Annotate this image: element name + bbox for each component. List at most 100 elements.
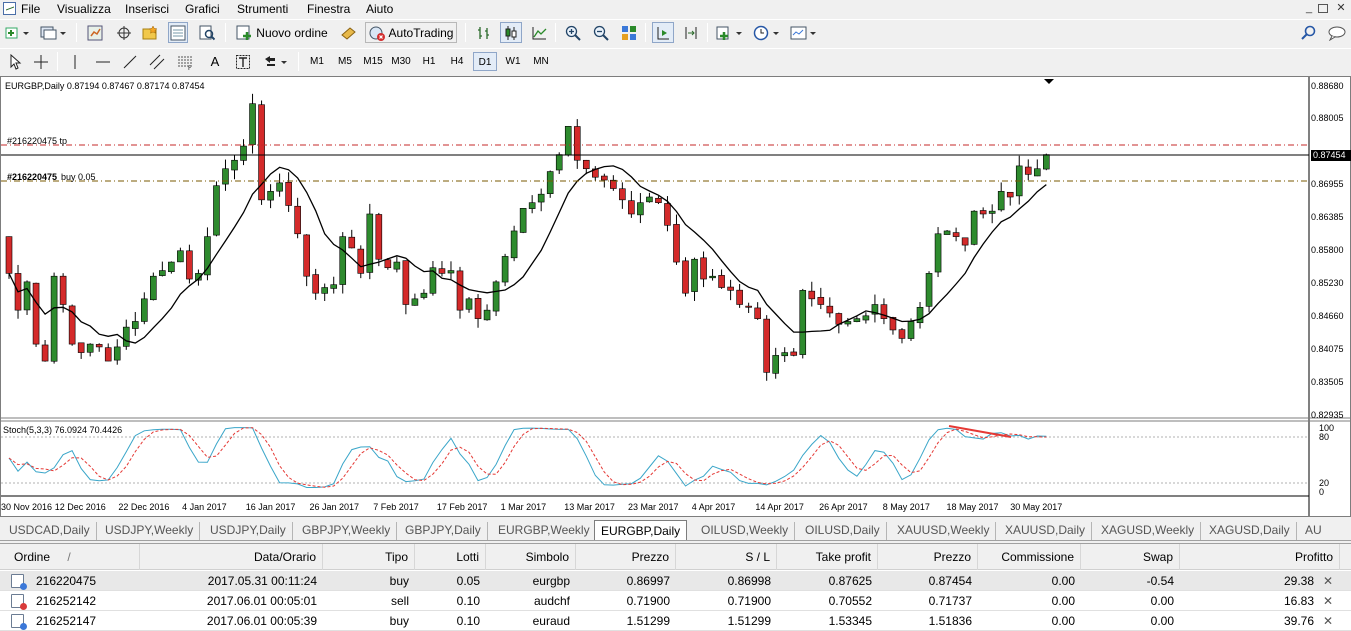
timeframe-m15[interactable]: M15 <box>361 52 385 71</box>
candlestick-button[interactable] <box>500 22 522 43</box>
cell-time: 2017.06.01 00:05:39 <box>206 614 317 628</box>
tab-xagusd-daily[interactable]: XAGUSD,Daily <box>1203 522 1297 540</box>
chat-button[interactable] <box>1326 22 1348 43</box>
close-order-icon[interactable]: ✕ <box>1321 591 1335 611</box>
templates-button[interactable] <box>788 22 820 43</box>
col-swap[interactable]: Swap <box>1081 544 1180 570</box>
chart-canvas[interactable] <box>1 77 1350 516</box>
col-tp[interactable]: Take profit <box>777 544 878 570</box>
new-chart-button[interactable] <box>3 22 33 43</box>
navigator-button[interactable] <box>140 22 160 43</box>
close-order-icon[interactable]: ✕ <box>1321 611 1335 631</box>
menu-help[interactable]: Aiuto <box>366 2 393 16</box>
periods-button[interactable] <box>751 22 783 43</box>
menu-charts[interactable]: Grafici <box>185 2 220 16</box>
equidistant-channel-button[interactable] <box>147 51 167 72</box>
close-order-icon[interactable]: ✕ <box>1321 571 1335 591</box>
new-order-button[interactable]: Nuovo ordine <box>234 22 330 43</box>
tab-eurgbp-daily[interactable]: EURGBP,Daily <box>594 520 688 540</box>
horizontal-line-button[interactable] <box>93 51 113 72</box>
candle-body <box>781 352 789 357</box>
timeframe-d1[interactable]: D1 <box>473 52 497 71</box>
auto-scroll-button[interactable] <box>652 22 674 43</box>
text-tool-button[interactable]: A <box>205 51 225 72</box>
timeframe-m5[interactable]: M5 <box>333 52 357 71</box>
col-commission[interactable]: Commissione <box>978 544 1081 570</box>
arrows-button[interactable] <box>261 51 291 72</box>
col-type[interactable]: Tipo <box>323 544 415 570</box>
candle-body <box>943 230 951 235</box>
tab-xagusd-weekly[interactable]: XAGUSD,Weekly <box>1095 522 1202 540</box>
chart-window[interactable]: EURGBP,Daily 0.87194 0.87467 0.87174 0.8… <box>0 76 1351 517</box>
date-tick: 26 Apr 2017 <box>819 502 868 512</box>
col-price[interactable]: Prezzo <box>576 544 676 570</box>
col-current-price[interactable]: Prezzo <box>878 544 978 570</box>
strategy-tester-button[interactable] <box>197 22 217 43</box>
terminal-button[interactable] <box>168 22 188 43</box>
bar-chart-button[interactable] <box>473 22 495 43</box>
zoom-in-button[interactable] <box>562 22 584 43</box>
minimize-icon[interactable]: _ <box>1302 2 1316 15</box>
tab-oilusd-daily[interactable]: OILUSD,Daily <box>799 522 887 540</box>
menu-insert[interactable]: Inserisci <box>125 2 169 16</box>
text-label-button[interactable] <box>233 51 253 72</box>
menu-window[interactable]: Finestra <box>307 2 350 16</box>
timeframe-h4[interactable]: H4 <box>445 52 469 71</box>
market-watch-icon <box>87 25 103 40</box>
crosshair-button[interactable] <box>31 51 51 72</box>
timeframe-w1[interactable]: W1 <box>501 52 525 71</box>
market-watch-button[interactable] <box>85 22 105 43</box>
tab-overflow[interactable]: AU <box>1299 522 1328 540</box>
order-row[interactable]: 216252142 2017.06.01 00:05:01 sell 0.10 audc… <box>0 591 1351 611</box>
restore-icon[interactable] <box>1318 4 1328 13</box>
zoom-out-button[interactable] <box>590 22 612 43</box>
chart-shift-button[interactable] <box>680 22 702 43</box>
vertical-line-button[interactable] <box>65 51 85 72</box>
tab-xauusd-daily[interactable]: XAUUSD,Daily <box>999 522 1093 540</box>
cursor-button[interactable] <box>5 51 25 72</box>
candle-body <box>555 154 563 171</box>
timeframe-mn[interactable]: MN <box>529 52 553 71</box>
candle-body <box>979 210 987 215</box>
candle-body <box>330 284 338 289</box>
magnifier-doc-icon <box>199 25 215 40</box>
order-row[interactable]: 216220475 2017.05.31 00:11:24 buy 0.05 eurgb… <box>0 571 1351 591</box>
trendline-button[interactable] <box>120 51 140 72</box>
profiles-button[interactable] <box>38 22 70 43</box>
data-window-button[interactable] <box>114 22 134 43</box>
col-symbol[interactable]: Simbolo <box>486 544 576 570</box>
tab-xauusd-weekly[interactable]: XAUUSD,Weekly <box>891 522 997 540</box>
timeframe-m30[interactable]: M30 <box>389 52 413 71</box>
tab-usdjpy-daily[interactable]: USDJPY,Daily <box>204 522 293 540</box>
timeframe-m1[interactable]: M1 <box>305 52 329 71</box>
col-sl[interactable]: S / L <box>676 544 777 570</box>
folder-star-icon <box>142 24 158 39</box>
metaeditor-button[interactable] <box>338 22 358 43</box>
line-chart-button[interactable] <box>528 22 550 43</box>
chart-window-icon[interactable] <box>3 2 16 15</box>
tab-gbpjpy-weekly[interactable]: GBPJPY,Weekly <box>296 522 398 540</box>
tab-usdjpy-weekly[interactable]: USDJPY,Weekly <box>99 522 201 540</box>
tab-gbpjpy-daily[interactable]: GBPJPY,Daily <box>399 522 488 540</box>
tab-oilusd-weekly[interactable]: OILUSD,Weekly <box>695 522 796 540</box>
timeframe-h1[interactable]: H1 <box>417 52 441 71</box>
col-order[interactable]: Ordine / <box>0 544 140 570</box>
col-lots[interactable]: Lotti <box>415 544 486 570</box>
search-button[interactable] <box>1300 22 1318 43</box>
cell-commission: 0.00 <box>1051 594 1075 608</box>
close-icon[interactable]: ✕ <box>1334 2 1348 15</box>
col-profit[interactable]: Profitto <box>1180 544 1340 570</box>
tile-windows-button[interactable] <box>618 22 640 43</box>
tab-usdcad-daily[interactable]: USDCAD,Daily <box>3 522 97 540</box>
menu-tools[interactable]: Strumenti <box>237 2 288 16</box>
chart-shift-marker[interactable] <box>1044 79 1054 84</box>
candle-body <box>104 347 112 362</box>
order-row[interactable]: 216252147 2017.06.01 00:05:39 buy 0.10 eurau… <box>0 611 1351 631</box>
tab-eurgbp-weekly[interactable]: EURGBP,Weekly <box>492 522 597 540</box>
menu-file[interactable]: File <box>21 2 40 16</box>
menu-view[interactable]: Visualizza <box>57 2 111 16</box>
indicators-button[interactable] <box>714 22 746 43</box>
fibonacci-button[interactable]: F <box>175 51 195 72</box>
col-time[interactable]: Data/Orario <box>140 544 323 570</box>
autotrading-button[interactable]: AutoTrading <box>365 22 457 43</box>
